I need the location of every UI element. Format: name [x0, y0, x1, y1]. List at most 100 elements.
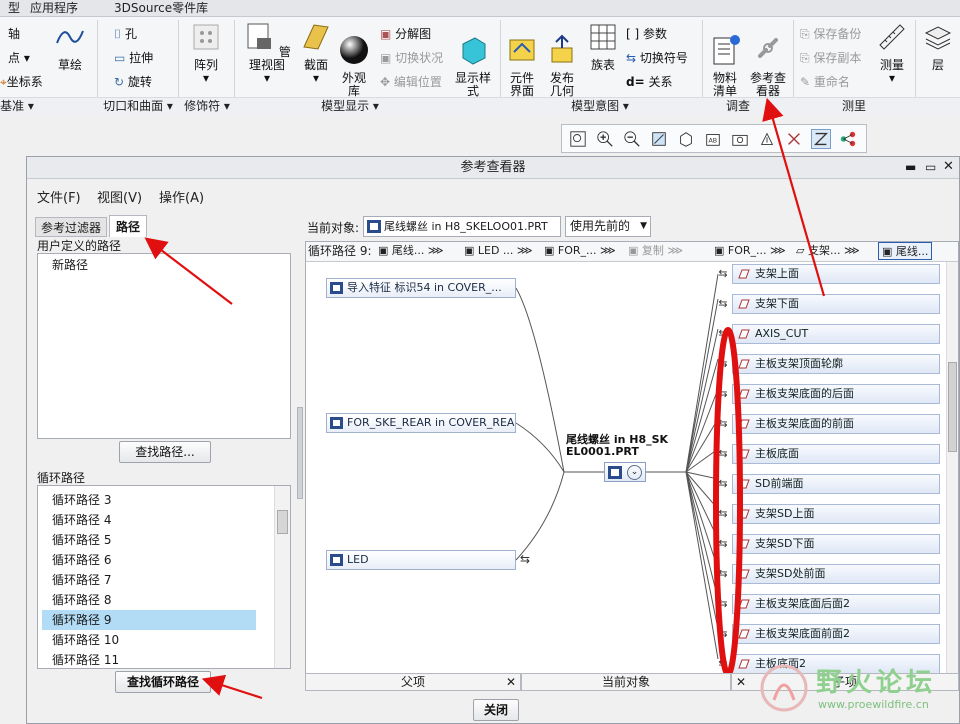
- sketch-button[interactable]: 草绘: [50, 21, 90, 72]
- current-node[interactable]: ⌄: [604, 462, 646, 482]
- pattern-button[interactable]: 阵列 ▾: [186, 21, 226, 85]
- revolve-button[interactable]: ↻ 旋转: [114, 73, 152, 90]
- measure-button[interactable]: 测量 ▾: [872, 21, 912, 85]
- switch-symbol-button[interactable]: ⇆ 切换符号: [626, 49, 688, 66]
- close-dialog-button[interactable]: 关闭: [473, 699, 519, 721]
- annotation-display-icon[interactable]: AB: [703, 129, 723, 149]
- view-manager-icon[interactable]: [811, 129, 831, 149]
- zoom-out-icon[interactable]: [622, 129, 642, 149]
- reference-viewer-button[interactable]: 参考查 看器: [746, 21, 790, 98]
- find-loop-path-button[interactable]: 查找循环路径: [115, 671, 211, 693]
- parent-node[interactable]: 导入特征 标识54 in COVER_...: [326, 278, 516, 298]
- child-node[interactable]: AXIS_CUT: [732, 324, 940, 344]
- child-node[interactable]: 支架SD下面: [732, 534, 940, 554]
- datum-display-icon[interactable]: [784, 129, 804, 149]
- tab-applications[interactable]: 应用程序: [22, 0, 86, 17]
- group-cut-surface-label[interactable]: 切口和曲面 ▾: [98, 98, 178, 114]
- toggle-status-button[interactable]: ▣ 切换状况: [380, 49, 443, 66]
- save-copy-button[interactable]: ⎘ 保存副本: [800, 49, 861, 66]
- child-node[interactable]: 支架上面: [732, 264, 940, 284]
- child-node[interactable]: 主板底面: [732, 444, 940, 464]
- reference-arrow-icon: ⇆: [718, 597, 728, 610]
- save-backup-button[interactable]: ⎘ 保存备份: [800, 25, 861, 42]
- manage-view-button[interactable]: 管理视图 ▾: [240, 21, 294, 85]
- reference-arrow-icon: ⇆: [718, 357, 728, 370]
- child-node[interactable]: SD前端面: [732, 474, 940, 494]
- tab-reference-filter[interactable]: 参考过滤器: [35, 217, 107, 237]
- publish-geometry-button[interactable]: 发布 几何: [542, 21, 582, 98]
- child-node[interactable]: 主板支架底面的后面: [732, 384, 940, 404]
- datum-plane-icon: [738, 299, 750, 309]
- parameters-button[interactable]: [ ] 参数: [626, 25, 667, 42]
- exploded-view-button[interactable]: ▣ 分解图: [380, 25, 431, 42]
- expand-chevron-icon[interactable]: ⌄: [627, 465, 642, 480]
- appearance-library-button[interactable]: 外观 库: [336, 21, 372, 98]
- menu-file[interactable]: 文件(F): [37, 187, 81, 206]
- close-column-icon[interactable]: ✕: [506, 674, 516, 690]
- camera-icon[interactable]: [730, 129, 750, 149]
- family-table-button[interactable]: 族表: [586, 21, 620, 72]
- panel-splitter[interactable]: [297, 407, 303, 499]
- zoom-fit-icon[interactable]: [568, 129, 588, 149]
- close-column-icon[interactable]: ✕: [736, 674, 746, 690]
- menu-actions[interactable]: 操作(A): [159, 187, 204, 206]
- child-node[interactable]: 支架SD上面: [732, 504, 940, 524]
- datum-plane-icon: [738, 329, 750, 339]
- current-object-field[interactable]: 尾线螺丝 in H8_SKELOO01.PRT: [363, 216, 561, 237]
- parent-node[interactable]: LED: [326, 550, 516, 570]
- coord-system-button[interactable]: ⌖坐标系: [0, 73, 43, 90]
- use-previous-select[interactable]: 使用先前的 ▼: [565, 216, 651, 237]
- rename-button[interactable]: ✎ 重命名: [800, 73, 850, 90]
- loop-paths-label: 循环路径: [37, 471, 86, 485]
- find-path-button[interactable]: 查找路径...: [119, 441, 211, 463]
- graph-scrollbar[interactable]: [946, 262, 958, 674]
- loop-paths-list: 循环路径 3 循环路径 4 循环路径 5 循环路径 6 循环路径 7 循环路径 8 循环路径…: [37, 485, 291, 669]
- hole-button[interactable]: ⌷ 孔: [114, 25, 137, 42]
- bom-button[interactable]: 物料 清单: [706, 21, 744, 98]
- loop-path-item[interactable]: 循环路径 9: [42, 610, 256, 630]
- loop-path-item[interactable]: 循环路径 6: [42, 550, 256, 570]
- group-model-display-label[interactable]: 模型显示 ▾: [300, 98, 400, 114]
- saved-orientation-icon[interactable]: [676, 129, 696, 149]
- layer-button[interactable]: 层: [918, 21, 958, 72]
- repaint-icon[interactable]: [649, 129, 669, 149]
- child-node[interactable]: 主板支架顶面轮廓: [732, 354, 940, 374]
- menu-view[interactable]: 视图(V): [97, 187, 142, 206]
- loop-path-item[interactable]: 循环路径 11: [42, 650, 256, 670]
- loop-path-item[interactable]: 循环路径 5: [42, 530, 256, 550]
- axis-button[interactable]: 轴: [8, 25, 20, 42]
- maximize-icon[interactable]: ▭: [925, 160, 936, 174]
- child-node[interactable]: 支架SD处前面: [732, 564, 940, 584]
- loop-path-item[interactable]: 循环路径 3: [42, 490, 256, 510]
- loop-scrollbar[interactable]: [274, 486, 290, 668]
- zoom-in-icon[interactable]: [595, 129, 615, 149]
- edit-position-button[interactable]: ✥ 编辑位置: [380, 73, 442, 90]
- layers-icon: [924, 26, 952, 50]
- new-path-item[interactable]: 新路径: [52, 256, 88, 273]
- tab-path[interactable]: 路径: [109, 215, 147, 237]
- point-button[interactable]: 点 ▾: [8, 49, 30, 66]
- tab-3dsource-library[interactable]: 3DSource零件库: [106, 0, 216, 17]
- close-icon[interactable]: ✕: [943, 159, 954, 174]
- child-node[interactable]: 主板支架底面的前面: [732, 414, 940, 434]
- spin-center-icon[interactable]: [757, 129, 777, 149]
- loop-path-item[interactable]: 循环路径 4: [42, 510, 256, 530]
- group-datum-label[interactable]: 基准 ▾: [0, 98, 34, 114]
- group-decorator-label[interactable]: 修饰符 ▾: [180, 98, 234, 114]
- group-model-intent-label[interactable]: 模型意图 ▾: [560, 98, 640, 114]
- minimize-icon[interactable]: ▬: [905, 160, 916, 174]
- loop-path-item[interactable]: 循环路径 7: [42, 570, 256, 590]
- child-node[interactable]: 主板支架底面后面2: [732, 594, 940, 614]
- parent-node[interactable]: FOR_SKE_REAR in COVER_REA...: [326, 413, 516, 433]
- extrude-button[interactable]: ▭ 拉伸: [114, 49, 153, 66]
- relations-button[interactable]: d= 关系: [626, 73, 673, 90]
- display-style-button[interactable]: 显示样 式: [452, 21, 494, 98]
- section-button[interactable]: 截面 ▾: [298, 21, 334, 85]
- loop-path-item[interactable]: 循环路径 10: [42, 630, 256, 650]
- child-node[interactable]: 支架下面: [732, 294, 940, 314]
- element-interface-button[interactable]: 元件 界面: [504, 21, 540, 98]
- reference-link-icon[interactable]: [838, 129, 858, 149]
- loop-path-item[interactable]: 循环路径 8: [42, 590, 256, 610]
- child-node[interactable]: 主板支架底面前面2: [732, 624, 940, 644]
- reference-arrow-icon: ⇆: [718, 507, 728, 520]
